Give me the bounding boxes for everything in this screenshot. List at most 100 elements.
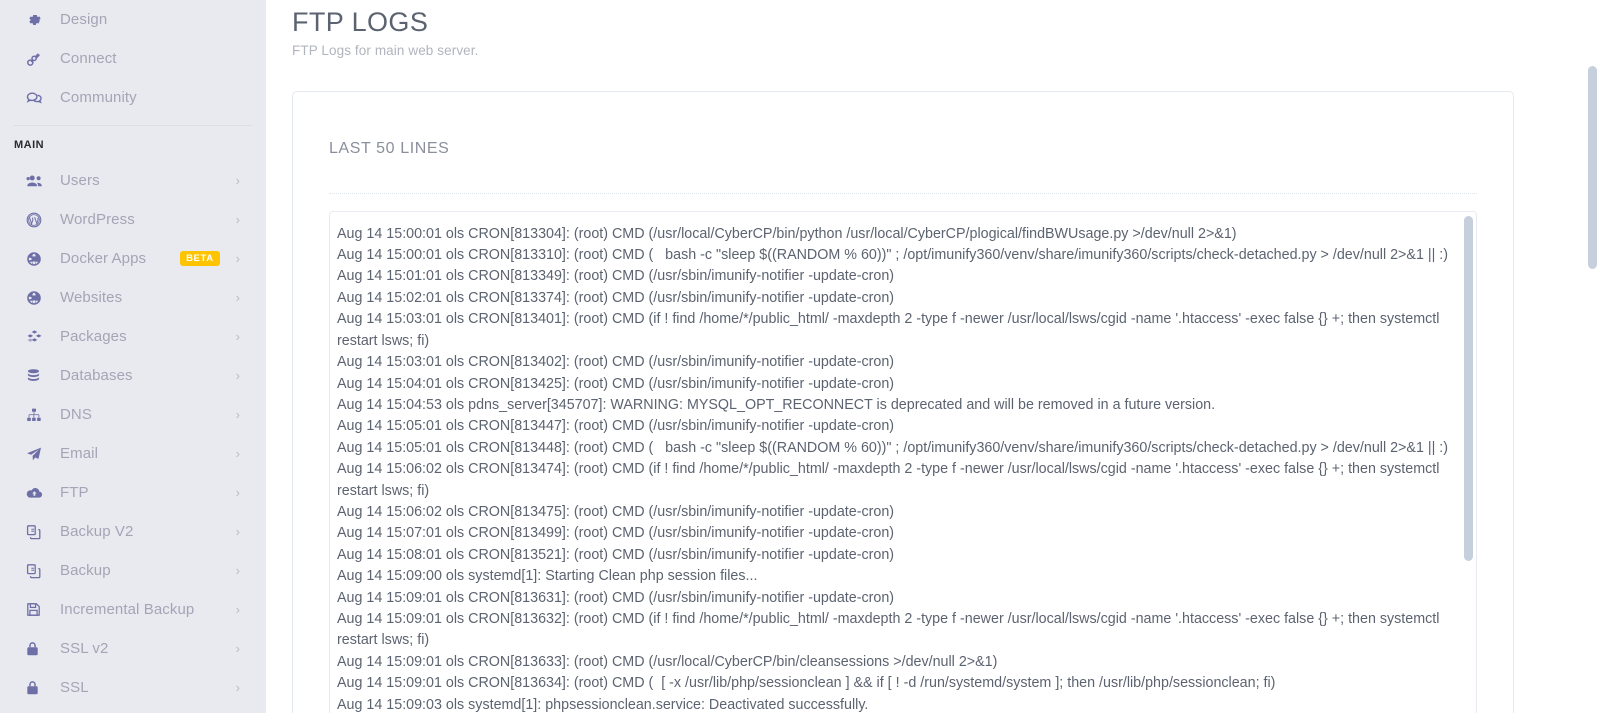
log-line: Aug 14 15:09:01 ols CRON[813632]: (root)… [337,610,1444,649]
chevron-right-icon: › [235,563,240,578]
globe-icon [26,251,52,267]
sidebar-item-databases[interactable]: Databases › [0,356,266,395]
page-title: FTP LOGS [292,7,429,37]
sidebar-item-label: SSL v2 [60,640,109,657]
globe-icon [26,290,52,306]
chevron-right-icon: › [235,485,240,500]
sidebar-item-label: Databases [60,367,133,384]
main-inner: FTP LOGS FTP Logs for main web server. L… [266,6,1600,713]
lock-icon [26,641,52,657]
log-line: Aug 14 15:02:01 ols CRON[813374]: (root)… [337,289,895,306]
log-line: Aug 14 15:00:01 ols CRON[813310]: (root)… [337,247,1448,264]
chevron-right-icon: › [235,641,240,656]
sidebar-item-community[interactable]: Community [0,78,266,117]
sidebar-item-websites[interactable]: Websites › [0,278,266,317]
link-icon [26,51,52,67]
sidebar-item-email[interactable]: Email › [0,434,266,473]
sidebar-item-design[interactable]: Design [0,0,266,39]
sidebar-item-label: Email [60,445,99,462]
sitemap-icon [26,407,52,423]
chevron-right-icon: › [235,407,240,422]
sidebar-item-incremental-backup[interactable]: Incremental Backup › [0,590,266,629]
copy-icon [26,563,52,579]
boxes-icon [26,329,52,345]
chevron-right-icon: › [235,524,240,539]
log-scrollbar[interactable] [1464,215,1473,713]
sidebar-item-label: Incremental Backup [60,601,195,618]
sidebar-item-label: Connect [60,50,117,67]
page-scrollbar-thumb[interactable] [1588,66,1597,269]
sidebar-item-label: WordPress [60,211,135,228]
sidebar-item-docker-apps[interactable]: Docker Apps BETA › [0,239,266,278]
card-divider [329,192,1477,194]
log-line: Aug 14 15:05:01 ols CRON[813447]: (root)… [337,418,895,435]
log-scrollbar-thumb[interactable] [1464,215,1473,561]
log-line: Aug 14 15:05:01 ols CRON[813448]: (root)… [337,439,1448,456]
sidebar-item-ssl-v2[interactable]: SSL v2 › [0,629,266,668]
sidebar-section-title: MAIN [14,139,45,151]
log-lines: Aug 14 15:00:01 ols CRON[813304]: (root)… [337,224,1458,713]
sidebar-item-label: Backup V2 [60,523,134,540]
page-scrollbar[interactable] [1585,0,1600,713]
chevron-right-icon: › [235,368,240,383]
sidebar-item-label: SSL [60,679,89,696]
log-line: Aug 14 15:01:01 ols CRON[813349]: (root)… [337,268,895,285]
users-icon [26,174,52,188]
main-content: FTP LOGS FTP Logs for main web server. L… [266,0,1600,713]
log-line: Aug 14 15:09:01 ols CRON[813634]: (root)… [337,675,1276,692]
gear-icon [26,12,52,28]
log-line: Aug 14 15:03:01 ols CRON[813401]: (root)… [337,311,1444,349]
lock-icon [26,680,52,696]
sidebar-item-label: Websites [60,289,123,306]
wordpress-icon [26,212,52,228]
sidebar-item-users[interactable]: Users › [0,161,266,200]
cloud-upload-icon [26,486,52,500]
chevron-right-icon: › [235,251,240,266]
log-line: Aug 14 15:09:03 ols systemd[1]: phpsessi… [337,696,869,713]
chevron-right-icon: › [235,212,240,227]
sidebar-item-label: Users [60,172,100,189]
sidebar-top-list: Design Connect Community [0,0,266,117]
sidebar-item-ftp[interactable]: FTP › [0,473,266,512]
database-icon [26,368,52,384]
sidebar-item-backup[interactable]: Backup › [0,551,266,590]
sidebar: Design Connect Community MAIN Users › WordPr… [0,0,266,713]
sidebar-item-label: FTP [60,484,89,501]
copy-icon [26,524,52,540]
sidebar-item-connect[interactable]: Connect [0,39,266,78]
sidebar-item-packages[interactable]: Packages › [0,317,266,356]
logs-card: LAST 50 LINES Aug 14 15:00:01 ols CRON[8… [292,91,1514,713]
save-icon [26,602,52,617]
log-line: Aug 14 15:09:01 ols CRON[813633]: (root)… [337,653,998,670]
log-line: Aug 14 15:06:02 ols CRON[813475]: (root)… [337,503,895,520]
sidebar-main-list: Users › WordPress › Docker Apps BETA › Websites… [0,161,266,707]
sidebar-item-label: Docker Apps [60,250,147,267]
paper-plane-icon [26,446,52,462]
log-line: Aug 14 15:00:01 ols CRON[813304]: (root)… [337,225,1237,242]
sidebar-item-label: Backup [60,562,111,579]
chevron-right-icon: › [235,290,240,305]
chevron-right-icon: › [235,680,240,695]
log-line: Aug 14 15:09:00 ols systemd[1]: Starting… [337,568,758,585]
log-line: Aug 14 15:06:02 ols CRON[813474]: (root)… [337,461,1444,499]
sidebar-item-label: Community [60,89,137,106]
log-line: Aug 14 15:09:01 ols CRON[813631]: (root)… [337,589,895,606]
sidebar-item-dns[interactable]: DNS › [0,395,266,434]
sidebar-item-label: Packages [60,328,127,345]
card-title: LAST 50 LINES [329,139,450,157]
sidebar-item-wordpress[interactable]: WordPress › [0,200,266,239]
chat-icon [26,90,52,106]
sidebar-item-backup-v2[interactable]: Backup V2 › [0,512,266,551]
chevron-right-icon: › [235,446,240,461]
log-line: Aug 14 15:08:01 ols CRON[813521]: (root)… [337,546,895,563]
sidebar-item-label: DNS [60,406,92,423]
chevron-right-icon: › [235,329,240,344]
log-viewer[interactable]: Aug 14 15:00:01 ols CRON[813304]: (root)… [329,210,1477,713]
app-root: Design Connect Community MAIN Users › WordPr… [0,0,1600,713]
log-line: Aug 14 15:03:01 ols CRON[813402]: (root)… [337,354,895,371]
page-subtitle: FTP Logs for main web server. [292,43,479,59]
log-line: Aug 14 15:04:01 ols CRON[813425]: (root)… [337,375,895,392]
log-line: Aug 14 15:04:53 ols pdns_server[345707]:… [337,396,1216,413]
sidebar-item-ssl[interactable]: SSL › [0,668,266,707]
beta-badge: BETA [180,251,220,266]
